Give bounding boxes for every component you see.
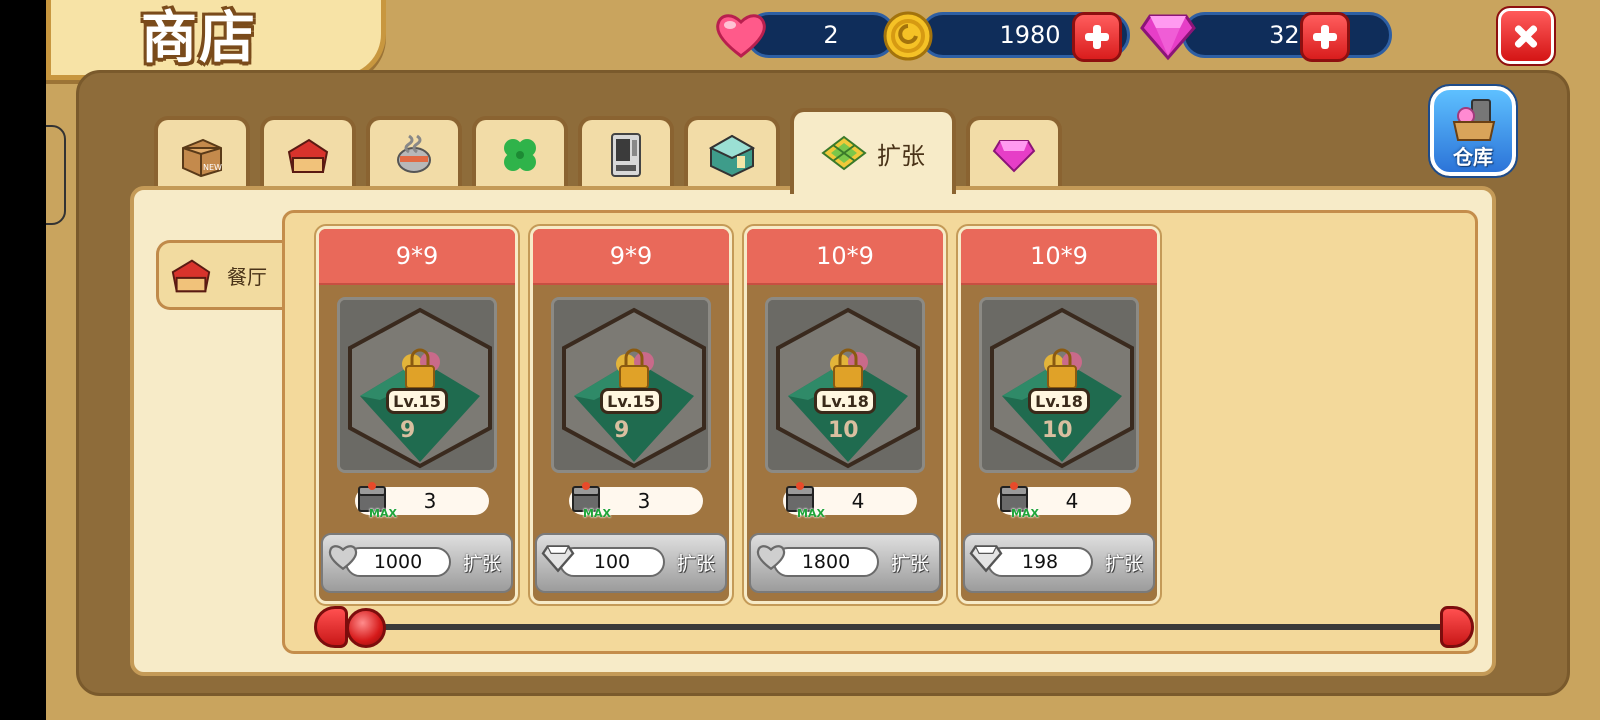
scroll-thumb[interactable] (346, 608, 386, 648)
coin-icon (883, 11, 933, 61)
max-tag: MAX (369, 507, 397, 520)
hearts-counter: 2 (746, 12, 896, 58)
card-size-title: 10*9 (747, 229, 943, 285)
heart-icon (716, 14, 766, 58)
category-label: 餐厅 (227, 264, 267, 289)
expansion-card[interactable]: 9*9 Lv.15 9 3 MAX 100 扩张 (528, 224, 734, 606)
clover-icon (504, 139, 536, 171)
room-icon (708, 134, 756, 178)
expand-label: 扩张 (891, 553, 930, 575)
new-box-icon: NEW (182, 138, 222, 178)
close-button[interactable] (1496, 6, 1556, 66)
tab-clover[interactable] (472, 116, 568, 190)
card-size-number: 9 (614, 418, 630, 443)
gems-counter: 327 (1182, 12, 1392, 58)
max-tag: MAX (797, 507, 825, 520)
heart-cost-icon (755, 543, 787, 575)
tab-room[interactable] (684, 116, 780, 190)
heart-cost-icon (327, 543, 359, 575)
expand-button[interactable]: 1000 扩张 (321, 533, 513, 593)
page-title: 商店 (141, 6, 257, 71)
card-size-number: 9 (400, 418, 416, 443)
locked-hexagon-image (768, 300, 922, 470)
tab-cooking[interactable] (366, 116, 462, 190)
expand-button[interactable]: 1800 扩张 (749, 533, 941, 593)
tab-expand[interactable]: 扩张 (790, 108, 956, 194)
storage-label: 仓库 (1453, 145, 1493, 169)
expand-label: 扩张 (463, 553, 502, 575)
tab-appliance[interactable] (578, 116, 674, 190)
tab-gems[interactable] (966, 116, 1062, 190)
tab-restaurant[interactable] (260, 116, 356, 190)
restaurant-category-icon (171, 259, 211, 293)
svg-text:NEW: NEW (203, 163, 222, 172)
locked-room-preview: Lv.15 9 (337, 297, 497, 473)
card-size-title: 10*9 (961, 229, 1157, 285)
expand-cost: 1800 (773, 547, 879, 577)
locked-room-preview: Lv.18 10 (765, 297, 925, 473)
category-restaurant[interactable]: 餐厅 (156, 240, 282, 310)
expansion-card[interactable]: 10*9 Lv.18 10 4 MAX 1800 扩张 (742, 224, 948, 606)
side-octagon-decoration (46, 125, 66, 225)
card-size-title: 9*9 (533, 229, 729, 285)
locked-hexagon-image (340, 300, 494, 470)
scroll-track[interactable] (382, 624, 1446, 630)
tab-new-items[interactable]: NEW (154, 116, 250, 190)
gem-cost-icon (541, 543, 575, 577)
coins-value: 1980 (999, 21, 1061, 49)
level-requirement-badge: Lv.18 (1028, 388, 1090, 414)
level-requirement-badge: Lv.15 (600, 388, 662, 414)
hearts-value: 2 (823, 21, 839, 49)
card-size-title: 9*9 (319, 229, 515, 285)
gem-tab-icon (992, 140, 1036, 173)
expand-grid-icon (821, 135, 867, 171)
pot-icon (397, 134, 431, 173)
storage-box-icon (1452, 99, 1496, 141)
tab-expand-label: 扩张 (877, 141, 925, 170)
gem-icon (1140, 14, 1196, 61)
expand-label: 扩张 (1105, 553, 1144, 575)
vending-machine-icon (611, 133, 641, 177)
title-tab: 商店 (46, 0, 386, 80)
gem-cost-icon (969, 543, 1003, 577)
card-size-number: 10 (828, 418, 859, 443)
card-size-number: 10 (1042, 418, 1073, 443)
expand-button[interactable]: 100 扩张 (535, 533, 727, 593)
expansion-card[interactable]: 10*9 Lv.18 10 4 MAX 198 扩张 (956, 224, 1162, 606)
max-tag: MAX (1011, 507, 1039, 520)
expansion-card[interactable]: 9*9 Lv.15 9 3 MAX 1000 扩张 (314, 224, 520, 606)
level-requirement-badge: Lv.15 (386, 388, 448, 414)
storage-button[interactable]: 仓库 (1428, 84, 1518, 178)
scroll-left-button[interactable] (314, 606, 348, 648)
add-coins-button[interactable] (1072, 12, 1122, 62)
expand-label: 扩张 (677, 553, 716, 575)
max-tag: MAX (583, 507, 611, 520)
restaurant-icon (287, 138, 329, 173)
locked-room-preview: Lv.18 10 (979, 297, 1139, 473)
expand-cost: 1000 (345, 547, 451, 577)
locked-room-preview: Lv.15 9 (551, 297, 711, 473)
locked-hexagon-image (554, 300, 708, 470)
locked-hexagon-image (982, 300, 1136, 470)
level-requirement-badge: Lv.18 (814, 388, 876, 414)
add-gems-button[interactable] (1300, 12, 1350, 62)
expand-button[interactable]: 198 扩张 (963, 533, 1155, 593)
game-screen: 商店 2 1980 327 NEW 扩张 仓库 餐厅 9*9 Lv.15 9 3… (46, 0, 1600, 720)
